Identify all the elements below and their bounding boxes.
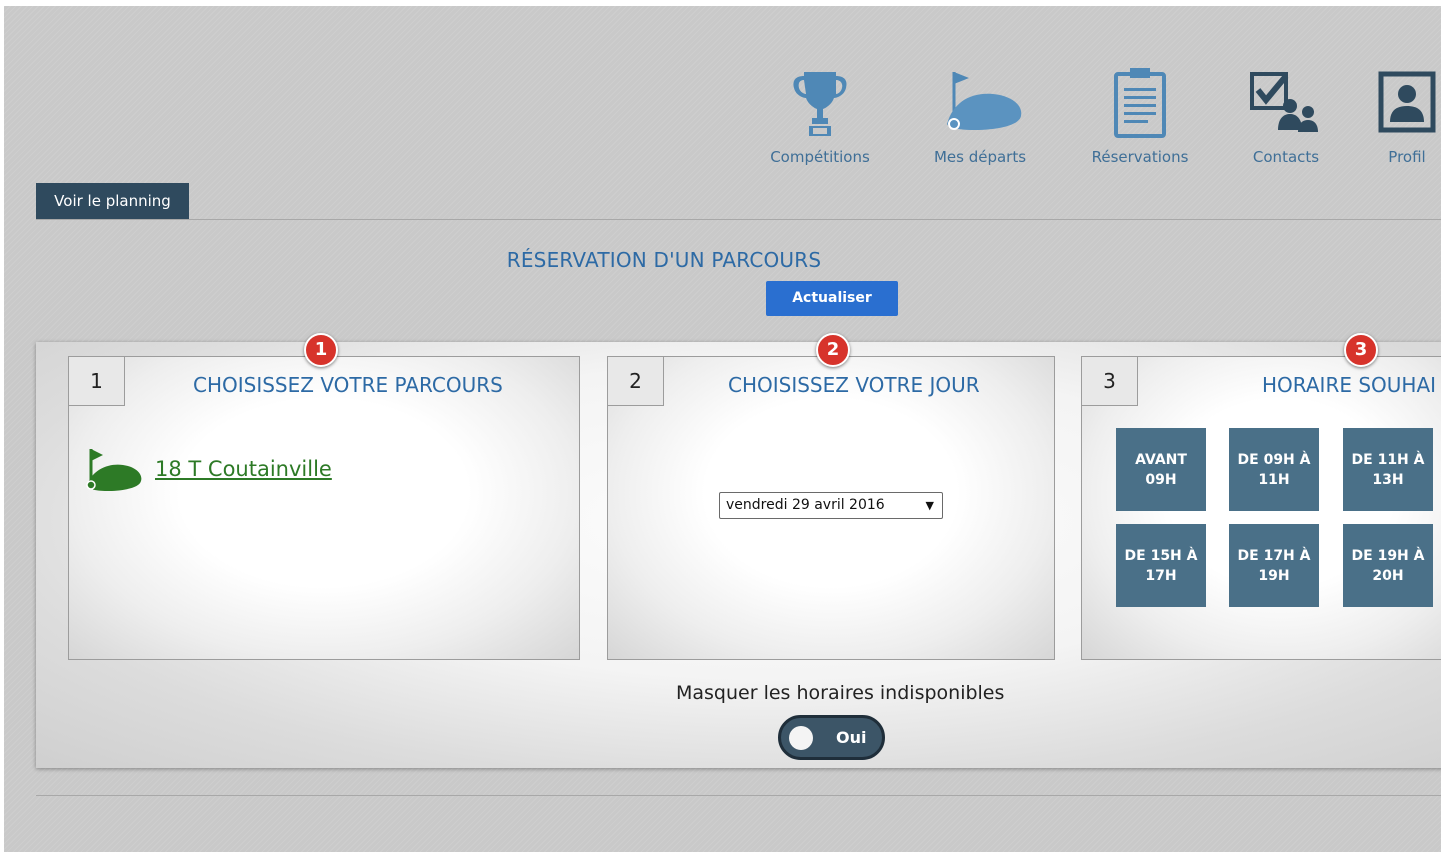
reservation-panel: 1 CHOISISSEZ VOTRE PARCOURS 18 T Coutain… [36,333,1441,768]
step-title: HORAIRE SOUHAI [1262,373,1437,397]
nav-reservations[interactable]: Réservations [1070,66,1210,166]
nav-contacts[interactable]: Contacts [1226,66,1346,166]
step-day: 2 CHOISISSEZ VOTRE JOUR vendredi 29 avri… [607,356,1055,660]
voir-planning-button[interactable]: Voir le planning [36,183,189,219]
actualiser-button[interactable]: Actualiser [766,281,898,316]
step-course: 1 CHOISISSEZ VOTRE PARCOURS 18 T Coutain… [68,356,580,660]
step-time: 3 HORAIRE SOUHAI AVANT 09H DE 09H À 11H … [1081,356,1441,660]
golf-flag-icon [947,72,1022,130]
step-badge-2: 2 [816,333,850,367]
nav-competitions-label: Compétitions [770,148,870,166]
step-number: 1 [68,356,125,406]
nav-contacts-label: Contacts [1252,148,1320,166]
toggle-knob [789,726,813,750]
nav-competitions[interactable]: Compétitions [750,66,890,166]
mask-unavailable-label: Masquer les horaires indisponibles [676,682,1005,704]
trophy-icon [793,72,847,136]
step-number: 2 [607,356,664,406]
nav-profil[interactable]: Profil [1374,66,1440,166]
time-slot[interactable]: DE 17H À 19H [1229,524,1319,607]
nav-mes-departs-label: Mes départs [933,148,1027,166]
clipboard-icon [1114,68,1166,138]
time-slot[interactable]: AVANT 09H [1116,428,1206,511]
page-title: RÉSERVATION D'UN PARCOURS [506,248,822,272]
divider [36,219,1441,220]
nav-mes-departs[interactable]: Mes départs [910,66,1050,166]
dropdown-arrow-icon: ▼ [925,499,934,512]
date-select-value: vendredi 29 avril 2016 [726,497,885,513]
page: Compétitions Mes départs Réservations Co… [4,6,1441,852]
divider [36,795,1441,796]
time-slot[interactable]: DE 19H À 20H [1343,524,1433,607]
time-slot[interactable]: DE 15H À 17H [1116,524,1206,607]
date-select[interactable]: vendredi 29 avril 2016 ▼ [719,492,943,519]
time-slot[interactable]: DE 09H À 11H [1229,428,1319,511]
golf-course-icon [86,449,142,491]
nav-reservations-label: Réservations [1091,148,1189,166]
time-slot[interactable]: DE 11H À 13H [1343,428,1433,511]
toggle-value: Oui [836,728,867,747]
mask-unavailable-toggle[interactable]: Oui [778,715,885,760]
course-link[interactable]: 18 T Coutainville [155,457,332,481]
contacts-icon [1250,72,1318,132]
step-badge-1: 1 [304,333,338,367]
step-title: CHOISISSEZ VOTRE PARCOURS [193,373,503,397]
nav-profil-label: Profil [1388,148,1426,166]
step-title: CHOISISSEZ VOTRE JOUR [728,373,980,397]
profile-icon [1378,71,1436,133]
step-badge-3: 3 [1344,333,1378,367]
step-number: 3 [1081,356,1138,406]
